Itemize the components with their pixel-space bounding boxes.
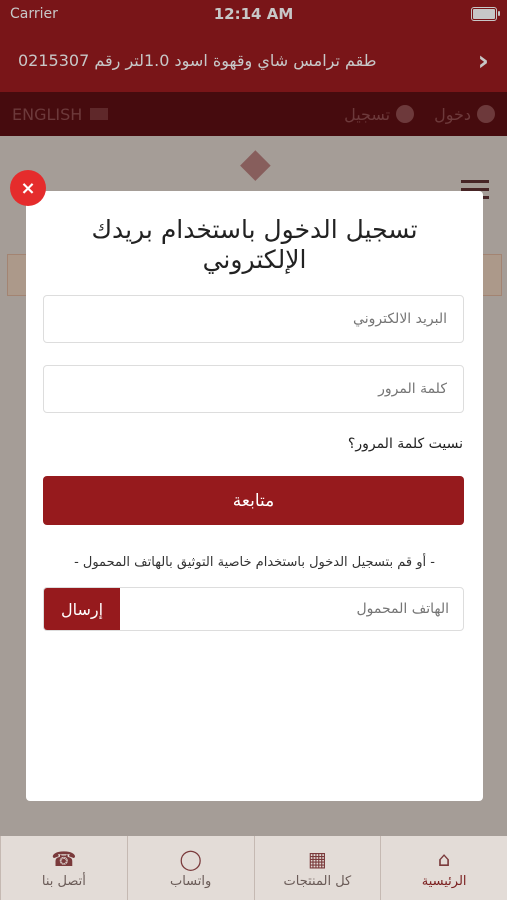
send-button[interactable]: إرسال: [44, 588, 120, 630]
tab-contact[interactable]: ☎ أتصل بنا: [0, 836, 127, 900]
tab-contact-label: أتصل بنا: [41, 873, 86, 889]
tab-whatsapp[interactable]: ◯ واتساب: [126, 836, 254, 900]
or-divider-text: - أو قم بتسجيل الدخول باستخدام خاصية الت…: [74, 555, 435, 570]
tab-all-products-label: كل المنتجات: [283, 873, 352, 889]
modal-title: تسجيل الدخول باستخدام بريدك الإلكتروني: [91, 215, 418, 274]
password-field[interactable]: [43, 365, 464, 413]
close-button[interactable]: ×: [10, 170, 46, 206]
whatsapp-icon: ◯: [179, 846, 202, 871]
bottom-tab-bar: ⌂ الرئيسية ▦ كل المنتجات ◯ واتساب ☎ أتصل…: [0, 836, 507, 900]
tab-home-label: الرئيسية: [421, 873, 467, 889]
phone-icon: ☎: [51, 846, 77, 871]
close-icon: ×: [20, 177, 36, 199]
tab-home[interactable]: ⌂ الرئيسية: [380, 836, 507, 900]
phone-field[interactable]: [120, 588, 463, 630]
login-modal: تسجيل الدخول باستخدام بريدك الإلكتروني ن…: [26, 191, 483, 801]
tab-all-products[interactable]: ▦ كل المنتجات: [253, 836, 381, 900]
continue-button[interactable]: متابعة: [43, 476, 464, 525]
home-icon: ⌂: [437, 846, 451, 871]
phone-login-row: إرسال: [43, 587, 464, 631]
grid-icon: ▦: [307, 846, 327, 871]
email-field[interactable]: [43, 295, 464, 343]
tab-whatsapp-label: واتساب: [169, 873, 212, 889]
forgot-password-link[interactable]: نسيت كلمة المرور؟: [348, 436, 463, 452]
